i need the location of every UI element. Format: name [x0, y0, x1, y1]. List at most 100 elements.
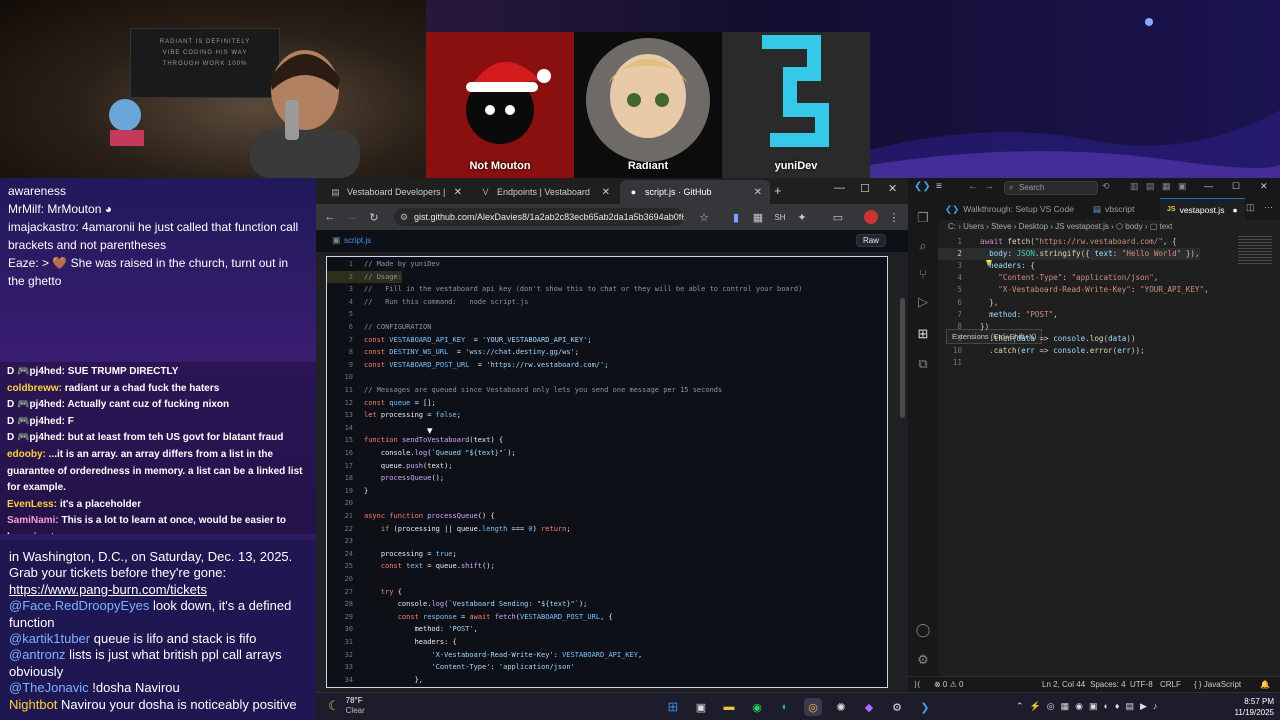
menu-kebab-icon[interactable]: ⋮ [886, 209, 902, 225]
extension-doc-icon[interactable]: ▮ [728, 209, 744, 225]
extensions-icon[interactable]: ✦ [794, 209, 810, 225]
promo-link[interactable]: https://www.pang-burn.com/tickets [9, 582, 207, 597]
unsaved-dot-icon[interactable]: ● [1232, 205, 1237, 215]
split-editor-icon[interactable]: ◫ [1246, 202, 1255, 213]
nav-back-icon[interactable]: ← [968, 181, 978, 192]
back-icon[interactable]: ← [322, 209, 338, 225]
panel-toggle-icon[interactable]: ▤ [1146, 181, 1155, 192]
cursor-position[interactable]: Ln 2, Col 44 [1042, 677, 1085, 693]
weather-widget[interactable]: ☾ 78°F Clear [328, 696, 365, 716]
command-search-input[interactable]: ⌕ Search [1004, 181, 1098, 195]
vestaboard-favicon-icon: ▤ [331, 186, 340, 197]
file-explorer-icon[interactable]: ▬ [720, 698, 738, 716]
task-view-icon[interactable]: ▣ [692, 698, 710, 716]
page-scrollbar[interactable] [900, 298, 905, 418]
editor-line: 10 .catch(err => console.error(err)); [938, 345, 1145, 357]
language-mode[interactable]: { } JavaScript [1194, 677, 1241, 693]
minimize-icon[interactable]: — [834, 182, 845, 194]
code-line: 19} [327, 485, 369, 498]
line-number: 4 [348, 297, 353, 306]
code-token: if [380, 524, 394, 533]
spotify-icon[interactable]: ◉ [748, 698, 766, 716]
notifications-bell-icon[interactable]: 🔔 [1260, 677, 1270, 693]
close-tab-icon[interactable]: ✕ [454, 187, 462, 198]
code-token: VESTABOARD_POST_URL [519, 612, 601, 621]
search-icon[interactable]: ⌕ [915, 238, 931, 254]
steam-icon[interactable]: ⚙ [888, 698, 906, 716]
system-tray-icons[interactable]: ⌃⚡◎▦◉▣◐♦▤▶♪ [1016, 701, 1163, 712]
line-number: 9 [348, 360, 353, 369]
editor-line: 7 method: "POST", [938, 309, 1057, 321]
encoding-indicator[interactable]: UTF-8 [1130, 677, 1153, 693]
copilot-icon[interactable]: ⟲ [1102, 181, 1110, 192]
profile-avatar[interactable] [864, 210, 878, 224]
site-info-icon[interactable]: ⚙ [400, 208, 408, 226]
tab-github-script[interactable]: ● script.js · GitHub ✕ [620, 180, 770, 204]
account-icon[interactable]: ◯ [915, 622, 931, 638]
tab-walkthrough[interactable]: ❮❯ Walkthrough: Setup VS Code [938, 198, 1081, 220]
code-token: VESTABOARD_API_KEY [389, 335, 466, 344]
tab-vestaboard-developers[interactable]: ▤ Vestaboard Developers | Vesta ✕ [322, 180, 470, 204]
maximize-icon[interactable]: ☐ [1232, 181, 1240, 192]
minimap[interactable] [1238, 236, 1272, 266]
line-number: 24 [344, 549, 353, 558]
more-actions-icon[interactable]: ⋯ [1264, 202, 1273, 213]
url-input[interactable]: ⚙ gist.github.com/AlexDavies8/1a2ab2c83ec… [394, 208, 684, 226]
extension-trash-icon[interactable]: ▦ [750, 209, 766, 225]
menu-icon[interactable]: ≡ [936, 181, 942, 192]
remote-indicator-icon[interactable]: ⟩⟨ [914, 677, 920, 693]
code-line: 31 headers: { [327, 636, 457, 649]
chat-text: Navirou your dosha is noticeably positiv… [57, 696, 297, 712]
code-token: ; [604, 360, 609, 369]
code-token: await [980, 237, 1008, 246]
indent-indicator[interactable]: Spaces: 4 [1090, 677, 1126, 693]
forward-icon[interactable]: → [344, 209, 360, 225]
openai-icon[interactable]: ✺ [832, 698, 850, 716]
close-window-icon[interactable]: ✕ [1260, 181, 1268, 192]
close-tab-icon[interactable]: ✕ [754, 187, 762, 198]
layout-icon[interactable]: ▥ [1130, 181, 1139, 192]
source-control-icon[interactable]: ⑂ [915, 266, 931, 282]
file-name-link[interactable]: script.js [344, 236, 371, 245]
editor-line: 6 }, [938, 297, 998, 309]
minimize-icon[interactable]: — [1204, 181, 1213, 191]
customize-layout-icon[interactable]: ▣ [1178, 181, 1187, 192]
maximize-icon[interactable]: ☐ [860, 182, 870, 195]
line-number: 27 [344, 587, 353, 596]
extension-sh-icon[interactable]: SH [772, 209, 788, 225]
remote-explorer-icon[interactable]: ⧉ [915, 356, 931, 372]
close-tab-icon[interactable]: ✕ [602, 187, 610, 198]
explorer-icon[interactable]: ❐ [915, 210, 931, 226]
tab-vestapost[interactable]: JS vestapost.js ● [1160, 198, 1245, 220]
vscode-taskbar-icon[interactable]: ❯ [916, 698, 934, 716]
promo-message: in Washington, D.C., on Saturday, Dec. 1… [0, 549, 316, 598]
problems-indicator[interactable]: ⊗ 0 ⚠ 0 [934, 677, 963, 693]
secondary-sidebar-icon[interactable]: ▦ [1162, 181, 1171, 192]
run-debug-icon[interactable]: ▷ [915, 294, 931, 310]
bookmark-star-icon[interactable]: ☆ [696, 209, 712, 225]
extensions-icon[interactable]: ⊞ [915, 326, 931, 342]
code-token: "https://rw.vestaboard.com/" [1034, 237, 1163, 246]
obs-icon[interactable]: ◆ [860, 698, 878, 716]
nav-forward-icon[interactable]: → [984, 181, 994, 192]
chrome-icon[interactable]: ◎ [804, 698, 822, 716]
start-windows-icon[interactable]: ⊞ [664, 698, 682, 716]
editor-line: 4 "Content-Type": "application/json", [938, 272, 1158, 284]
reload-icon[interactable]: ↻ [366, 209, 382, 225]
new-tab-icon[interactable]: + [774, 183, 782, 198]
breadcrumb[interactable]: C: › Users › Steve › Desktop › JS vestap… [938, 220, 1280, 234]
sidebar-icon[interactable]: ▭ [830, 209, 846, 225]
system-clock[interactable]: 8:57 PM 11/19/2025 [1212, 696, 1274, 718]
line-number: 11 [344, 386, 353, 394]
eol-indicator[interactable]: CRLF [1160, 677, 1181, 693]
tab-vbscript[interactable]: ▤ vbscript [1086, 198, 1141, 220]
settings-gear-icon[interactable]: ⚙ [915, 652, 931, 668]
close-window-icon[interactable]: ✕ [888, 182, 897, 195]
edge-icon[interactable]: ◐ [776, 698, 794, 716]
chat-text: ...it is an array. an array differs from… [7, 448, 303, 494]
tab-endpoints[interactable]: V Endpoints | Vestaboard ✕ [472, 180, 618, 204]
raw-button[interactable]: Raw [856, 234, 887, 247]
chat-message: D 🎮pj4hed: SUE TRUMP DIRECTLY [0, 364, 316, 381]
code-line: 12 const queue = []; [327, 397, 436, 410]
